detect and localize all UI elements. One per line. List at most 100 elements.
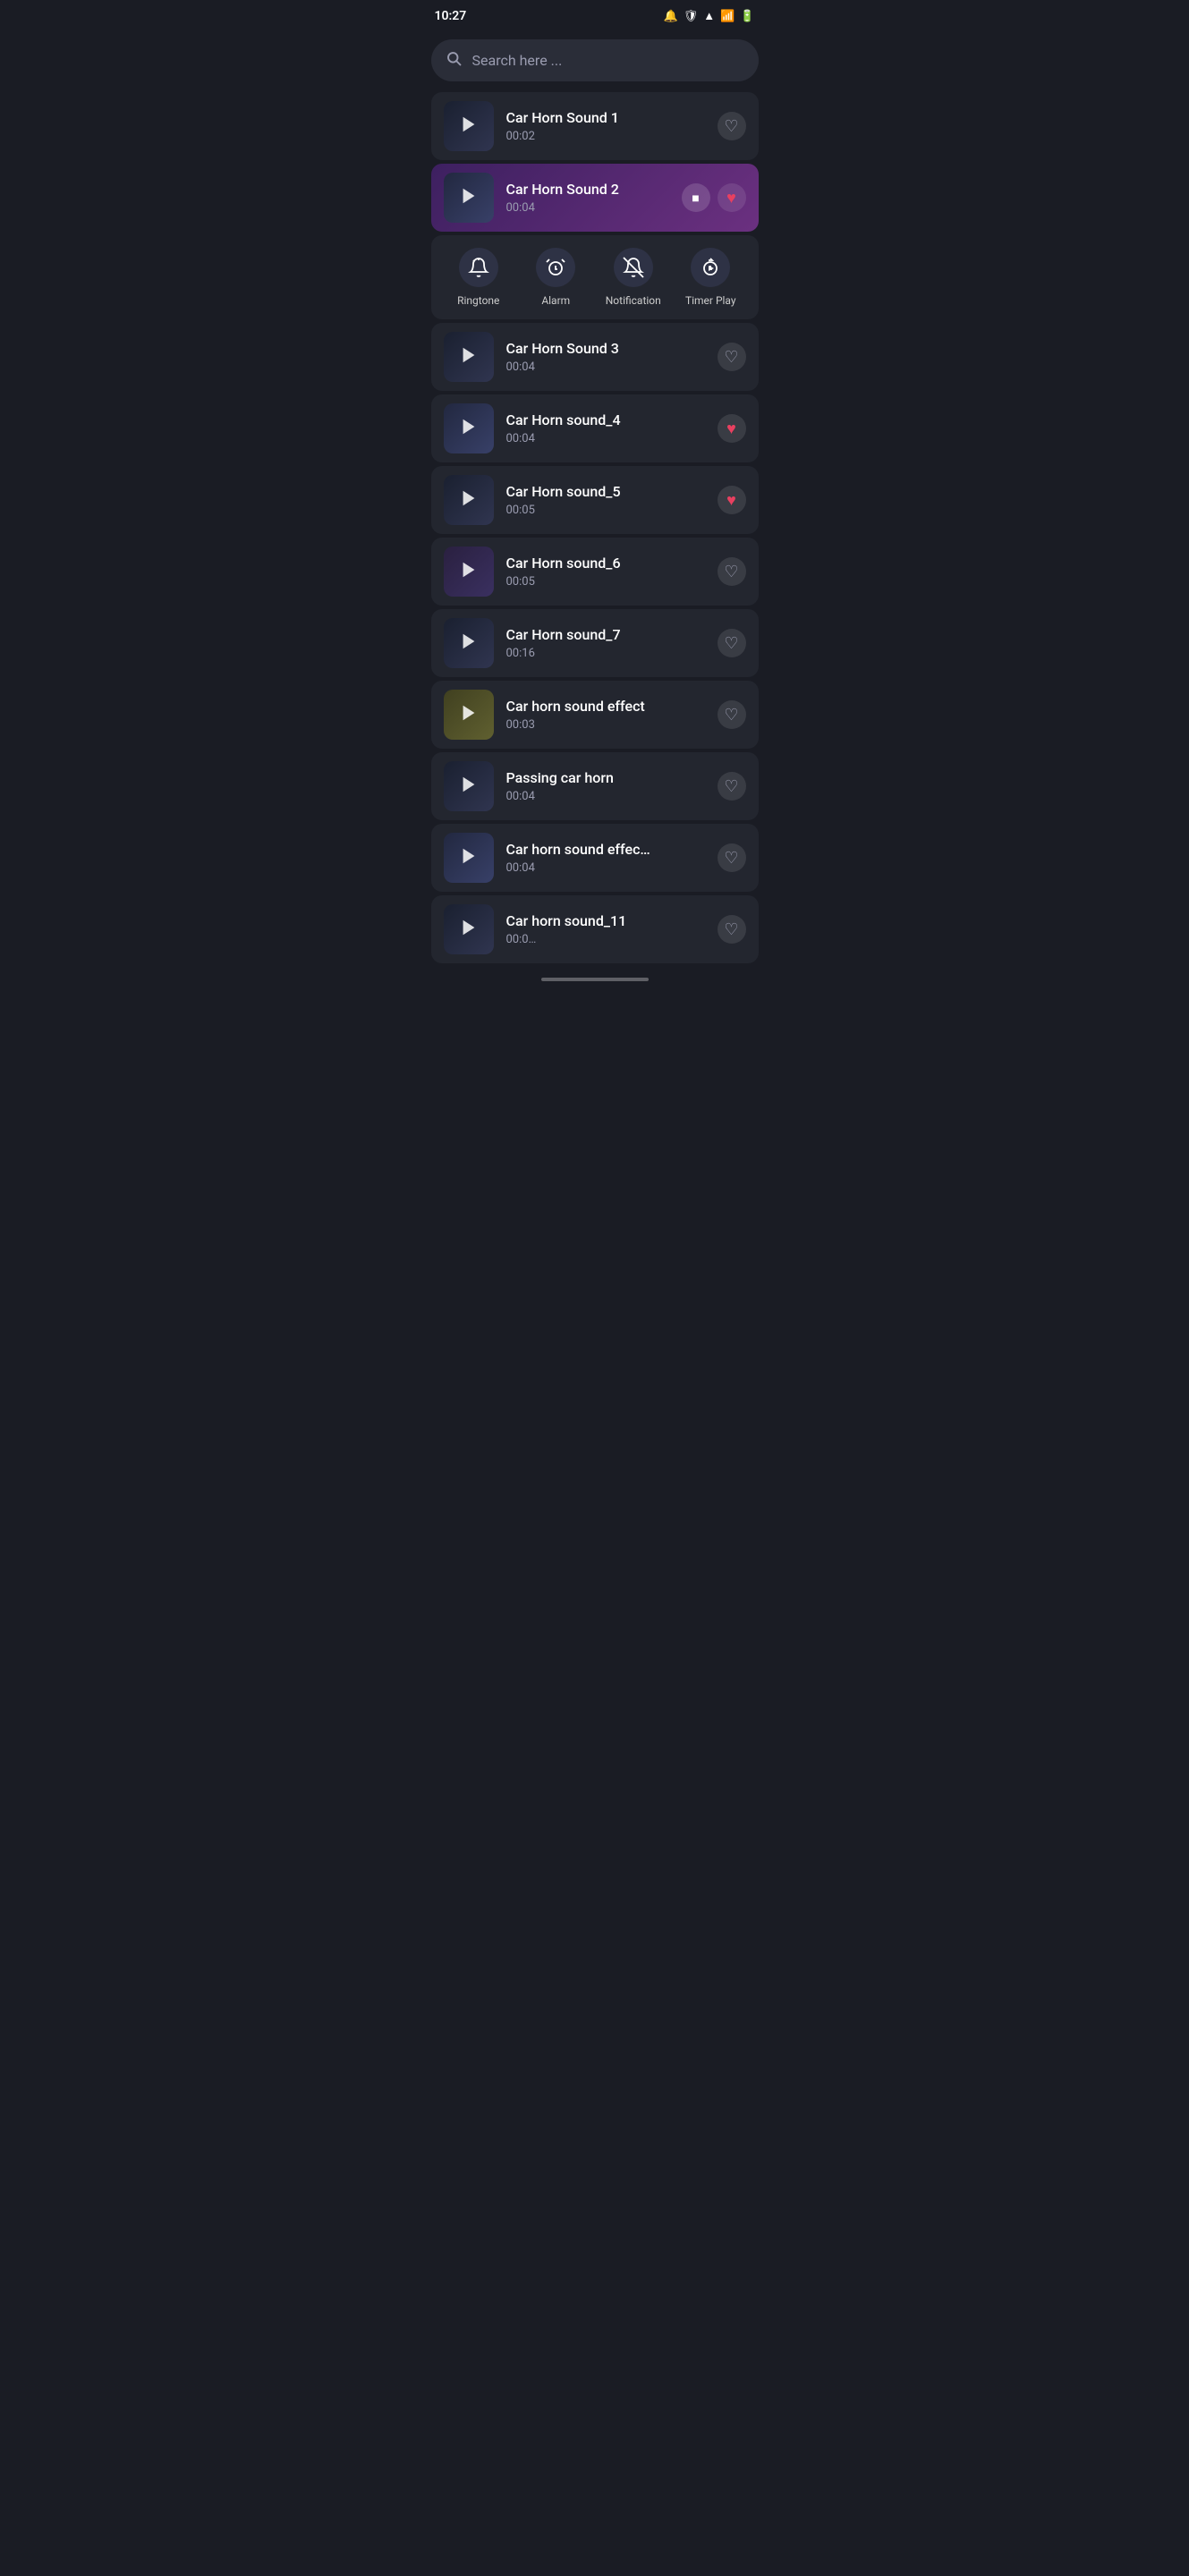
- sound-list: Car Horn Sound 1 00:02 ♡ Car Horn Sound 2 0…: [420, 92, 769, 963]
- thumbnail-car-horn-5: [444, 475, 494, 525]
- sound-info-car-horn-4: Car Horn sound_400:04: [506, 411, 705, 445]
- notification-icon: 🔔: [664, 10, 678, 23]
- favorite-button-car-horn-7[interactable]: ♡: [718, 629, 746, 657]
- sound-item-car-horn-2[interactable]: Car Horn Sound 200:04■♥: [431, 164, 759, 232]
- thumbnail-car-horn-1: [444, 101, 494, 151]
- sound-title-car-horn-2: Car Horn Sound 2: [506, 181, 669, 198]
- action-item-alarm[interactable]: Alarm: [517, 248, 595, 307]
- favorite-button-car-horn-effect[interactable]: ♡: [718, 700, 746, 729]
- wifi-icon: ▲: [703, 9, 715, 23]
- sound-actions-car-horn-2: ■♥: [682, 183, 746, 212]
- heart-icon-car-horn-effect: ♡: [724, 706, 738, 724]
- play-icon-car-horn-1: [459, 114, 479, 139]
- search-icon: [446, 50, 462, 71]
- play-icon-car-horn-7: [459, 631, 479, 656]
- sound-duration-passing-car-horn: 00:04: [506, 790, 705, 803]
- sound-item-car-horn-effect-2[interactable]: Car horn sound effec… 00:04 ♡: [431, 824, 759, 892]
- ringtone-icon-wrap: [459, 248, 498, 287]
- search-bar[interactable]: Search here ...: [431, 39, 759, 81]
- thumbnail-car-horn-4: [444, 403, 494, 453]
- favorite-button-car-horn-1[interactable]: ♡: [718, 112, 746, 140]
- heart-icon-car-horn-6: ♡: [724, 563, 738, 581]
- sound-duration-car-horn-7: 00:16: [506, 647, 705, 660]
- heart-icon-car-horn-7: ♡: [724, 634, 738, 653]
- sound-title-car-horn-5: Car Horn sound_5: [506, 483, 705, 500]
- sound-duration-car-horn-1: 00:02: [506, 130, 705, 143]
- favorite-button-car-horn-6[interactable]: ♡: [718, 557, 746, 586]
- thumbnail-passing-car-horn: [444, 761, 494, 811]
- notification-label: Notification: [606, 294, 661, 307]
- favorite-button-car-horn-4[interactable]: ♥: [718, 414, 746, 443]
- sound-info-passing-car-horn: Passing car horn 00:04: [506, 769, 705, 803]
- sound-item-car-horn-11[interactable]: Car horn sound_11 00:0… ♡: [431, 895, 759, 963]
- heart-icon-car-horn-1: ♡: [724, 117, 738, 136]
- sound-info-car-horn-7: Car Horn sound_700:16: [506, 626, 705, 660]
- play-icon-passing-car-horn: [459, 775, 479, 799]
- sound-item-car-horn-3[interactable]: Car Horn Sound 300:04 ♡: [431, 323, 759, 391]
- play-icon-car-horn-6: [459, 560, 479, 584]
- action-item-timer-play[interactable]: Timer Play: [672, 248, 750, 307]
- sound-item-car-horn-6[interactable]: Car Horn sound_600:05 ♡: [431, 538, 759, 606]
- stop-button-car-horn-2[interactable]: ■: [682, 183, 710, 212]
- sound-item-car-horn-7[interactable]: Car Horn sound_700:16 ♡: [431, 609, 759, 677]
- sound-title-car-horn-effect-2: Car horn sound effec…: [506, 841, 705, 858]
- sound-actions-car-horn-4: ♥: [718, 414, 746, 443]
- sound-item-passing-car-horn[interactable]: Passing car horn 00:04 ♡: [431, 752, 759, 820]
- timer-play-label: Timer Play: [685, 294, 736, 307]
- sound-item-car-horn-1[interactable]: Car Horn Sound 1 00:02 ♡: [431, 92, 759, 160]
- heart-icon-passing-car-horn: ♡: [724, 777, 738, 796]
- sound-title-car-horn-11: Car horn sound_11: [506, 912, 705, 929]
- sound-actions-passing-car-horn: ♡: [718, 772, 746, 801]
- sound-info-car-horn-11: Car horn sound_11 00:0…: [506, 912, 705, 946]
- sound-actions-car-horn-11: ♡: [718, 915, 746, 944]
- sound-info-car-horn-5: Car Horn sound_5 00:05: [506, 483, 705, 517]
- sound-item-car-horn-effect[interactable]: Car horn sound effect 00:03 ♡: [431, 681, 759, 749]
- sound-item-car-horn-4[interactable]: Car Horn sound_400:04 ♥: [431, 394, 759, 462]
- thumbnail-car-horn-effect-2: [444, 833, 494, 883]
- favorite-button-passing-car-horn[interactable]: ♡: [718, 772, 746, 801]
- sound-duration-car-horn-5: 00:05: [506, 504, 705, 517]
- alarm-label: Alarm: [541, 294, 570, 307]
- play-icon-car-horn-effect: [459, 703, 479, 727]
- favorite-button-car-horn-3[interactable]: ♡: [718, 343, 746, 371]
- cellular-icon: 📶: [720, 10, 735, 23]
- sound-duration-car-horn-effect: 00:03: [506, 718, 705, 732]
- play-icon-car-horn-4: [459, 417, 479, 441]
- thumbnail-car-horn-6: [444, 547, 494, 597]
- sound-info-car-horn-6: Car Horn sound_600:05: [506, 555, 705, 589]
- thumbnail-car-horn-2: [444, 173, 494, 223]
- favorite-button-car-horn-5[interactable]: ♥: [718, 486, 746, 514]
- sound-title-passing-car-horn: Passing car horn: [506, 769, 705, 786]
- favorite-button-car-horn-11[interactable]: ♡: [718, 915, 746, 944]
- favorite-button-car-horn-2[interactable]: ♥: [718, 183, 746, 212]
- thumbnail-car-horn-effect: [444, 690, 494, 740]
- sound-title-car-horn-3: Car Horn Sound 3: [506, 340, 705, 357]
- sound-duration-car-horn-effect-2: 00:04: [506, 861, 705, 875]
- sound-title-car-horn-4: Car Horn sound_4: [506, 411, 705, 428]
- heart-icon-car-horn-5: ♥: [726, 491, 736, 510]
- sound-title-car-horn-1: Car Horn Sound 1: [506, 109, 705, 126]
- heart-icon-car-horn-3: ♡: [724, 348, 738, 367]
- action-item-ringtone[interactable]: Ringtone: [440, 248, 518, 307]
- search-input[interactable]: Search here ...: [472, 52, 744, 69]
- stop-icon: ■: [692, 191, 699, 206]
- status-bar: 10:27 🔔 🛡 ▲ 📶 🔋: [420, 0, 769, 32]
- notification-icon-wrap: [614, 248, 653, 287]
- sound-title-car-horn-effect: Car horn sound effect: [506, 698, 705, 715]
- sound-item-car-horn-5[interactable]: Car Horn sound_5 00:05 ♥: [431, 466, 759, 534]
- sound-actions-car-horn-3: ♡: [718, 343, 746, 371]
- alarm-icon-wrap: [536, 248, 575, 287]
- action-item-notification[interactable]: Notification: [595, 248, 673, 307]
- sound-info-car-horn-3: Car Horn Sound 300:04: [506, 340, 705, 374]
- sound-info-car-horn-effect: Car horn sound effect 00:03: [506, 698, 705, 732]
- sound-actions-car-horn-1: ♡: [718, 112, 746, 140]
- sound-actions-car-horn-7: ♡: [718, 629, 746, 657]
- home-indicator: [541, 978, 649, 981]
- heart-icon-car-horn-2: ♥: [726, 189, 736, 208]
- favorite-button-car-horn-effect-2[interactable]: ♡: [718, 843, 746, 872]
- sound-duration-car-horn-11: 00:0…: [506, 933, 705, 946]
- play-icon-car-horn-effect-2: [459, 846, 479, 870]
- sound-actions-car-horn-5: ♥: [718, 486, 746, 514]
- sound-actions-car-horn-effect-2: ♡: [718, 843, 746, 872]
- play-icon-car-horn-3: [459, 345, 479, 369]
